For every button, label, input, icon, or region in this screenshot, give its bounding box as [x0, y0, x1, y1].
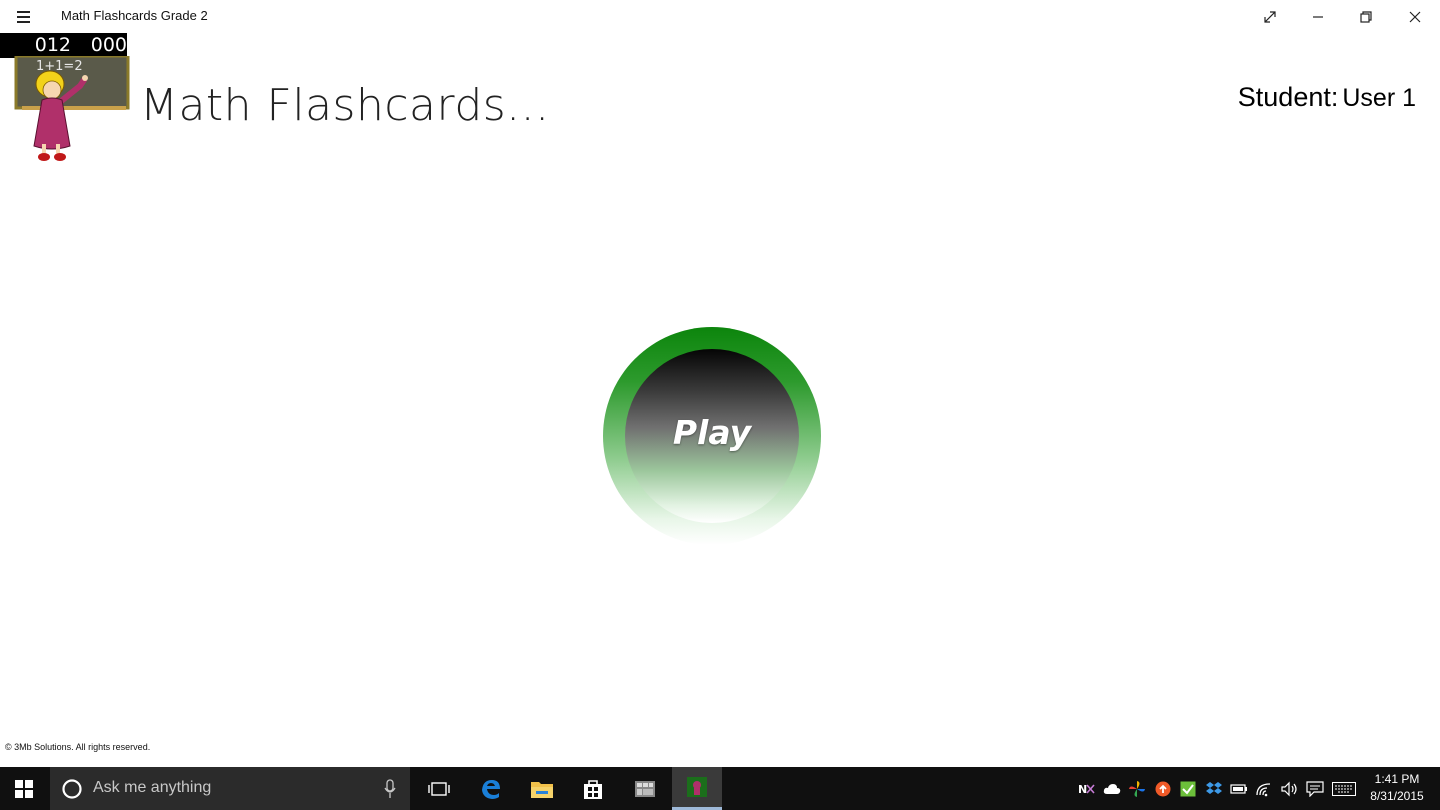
restore-icon: [1360, 10, 1372, 23]
search-placeholder: Ask me anything: [93, 779, 212, 796]
clock-date: 8/31/2015: [1370, 789, 1424, 803]
pinned-app-button[interactable]: [620, 767, 670, 810]
close-icon: [1409, 11, 1421, 22]
upload-icon: [1155, 781, 1170, 796]
clock-time: 1:41 PM: [1374, 772, 1420, 786]
onenote-icon: N: [1078, 783, 1095, 796]
keyboard-icon: [1332, 781, 1356, 796]
math-flashcards-taskbar-button[interactable]: [672, 767, 722, 810]
expand-icon: [1264, 10, 1276, 23]
tray-onenote[interactable]: N: [1074, 767, 1099, 810]
app-tiles-icon: [635, 780, 655, 797]
fullscreen-button[interactable]: [1246, 0, 1294, 33]
student-label: Student:: [1237, 82, 1339, 112]
microphone-icon[interactable]: [384, 779, 396, 799]
pinwheel-icon: [1128, 780, 1145, 797]
start-button[interactable]: [0, 767, 48, 810]
cortana-icon: [62, 779, 82, 799]
math-flashcards-app-icon: [687, 777, 707, 797]
cortana-search-box[interactable]: Ask me anything: [50, 767, 410, 810]
windows-logo-icon: [15, 779, 33, 798]
svg-text:N: N: [1078, 783, 1087, 796]
teacher-chalkboard-logo: 1+1=2: [14, 56, 130, 161]
tray-touch-keyboard[interactable]: [1330, 767, 1358, 810]
action-center-icon: [1305, 780, 1324, 797]
task-view-button[interactable]: [414, 767, 464, 810]
edge-browser-button[interactable]: [466, 767, 516, 810]
tray-checklist[interactable]: [1175, 767, 1200, 810]
chalkboard-text: 1+1=2: [36, 59, 83, 74]
minimize-button[interactable]: [1294, 0, 1342, 33]
folder-icon: [531, 781, 553, 798]
battery-icon: [1229, 783, 1247, 794]
store-icon: [584, 779, 602, 799]
tray-volume[interactable]: [1277, 767, 1302, 810]
store-button[interactable]: [568, 767, 618, 810]
play-button[interactable]: Play: [603, 327, 821, 545]
hamburger-menu-icon[interactable]: [12, 8, 36, 26]
edge-icon: [482, 779, 500, 799]
tray-action-center[interactable]: [1302, 767, 1327, 810]
tray-dropbox[interactable]: [1201, 767, 1226, 810]
tray-photos[interactable]: [1124, 767, 1149, 810]
file-explorer-button[interactable]: [517, 767, 567, 810]
cloud-icon: [1103, 783, 1120, 794]
window-title: Math Flashcards Grade 2: [61, 8, 208, 23]
play-label: Play: [672, 413, 752, 452]
student-indicator[interactable]: Student: User 1: [1238, 82, 1416, 113]
copyright-text: © 3Mb Solutions. All rights reserved.: [5, 742, 151, 752]
page-title: Math Flashcards...: [140, 80, 550, 131]
checkmark-icon: [1180, 781, 1195, 796]
correct-score-counter: 012: [0, 33, 71, 58]
taskbar: Ask me anything N 1:41 PM 8/31/2015: [0, 767, 1440, 810]
title-bar: Math Flashcards Grade 2: [0, 0, 1440, 33]
tray-battery[interactable]: [1226, 767, 1251, 810]
student-name: User 1: [1342, 84, 1416, 112]
tray-onedrive[interactable]: [1099, 767, 1124, 810]
dropbox-icon: [1205, 781, 1222, 794]
minimize-icon: [1313, 15, 1323, 18]
restore-button[interactable]: [1342, 0, 1390, 33]
wrong-score-counter: 000: [71, 33, 127, 58]
tray-wifi[interactable]: [1252, 767, 1277, 810]
volume-icon: [1280, 781, 1297, 796]
tray-upload[interactable]: [1150, 767, 1175, 810]
close-button[interactable]: [1391, 0, 1439, 33]
task-view-icon: [428, 781, 450, 796]
taskbar-clock[interactable]: 1:41 PM 8/31/2015: [1362, 771, 1432, 805]
wifi-icon: [1255, 782, 1270, 796]
